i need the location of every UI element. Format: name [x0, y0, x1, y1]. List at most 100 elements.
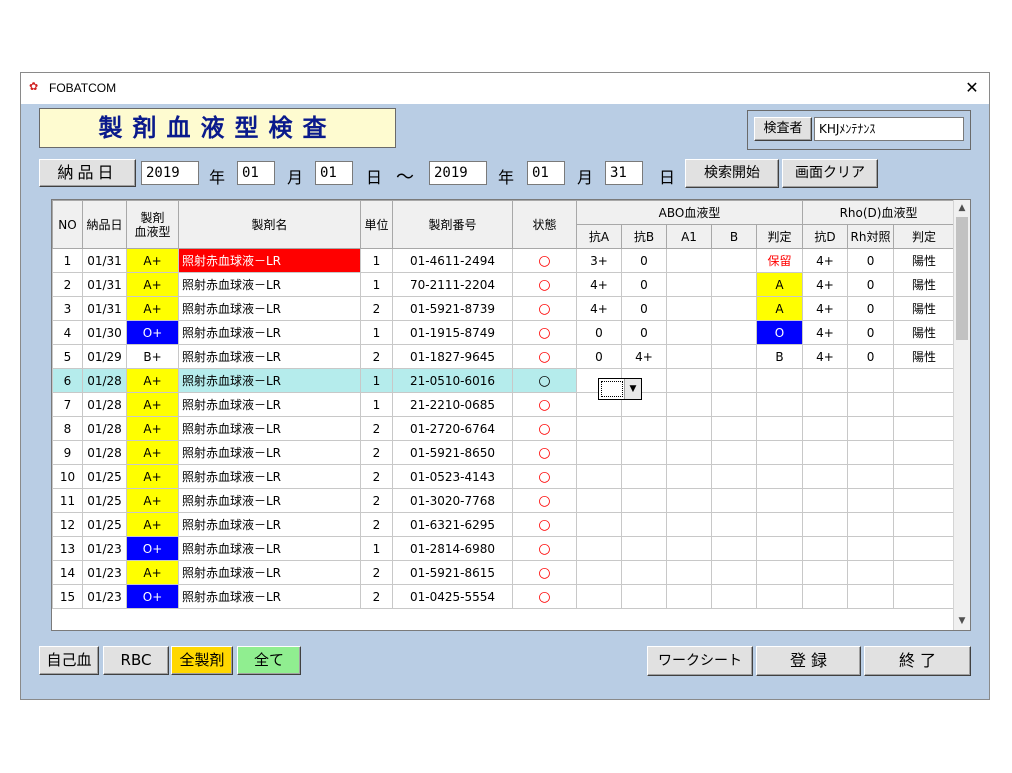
cell-product-number[interactable]: 01-1827-9645	[392, 344, 513, 369]
cell-anti-a[interactable]	[576, 560, 622, 585]
cell-anti-b[interactable]	[621, 416, 667, 441]
cell-product-name[interactable]: 照射赤血球液－LR	[178, 320, 361, 345]
cell-rh-control[interactable]	[847, 536, 895, 561]
table-row[interactable]: 2 01/31 A+ 照射赤血球液－LR 1 70-2111-2204 ○	[52, 272, 577, 297]
cell-status[interactable]: ○	[512, 392, 577, 417]
cell-abo-judgement[interactable]	[755, 536, 804, 561]
table-row[interactable]	[576, 440, 956, 465]
cell-rh-judgement[interactable]: 陽性	[893, 296, 956, 321]
cell-anti-b[interactable]	[621, 440, 667, 465]
cell-blood-type[interactable]: B+	[126, 344, 179, 369]
close-button[interactable]: ✕	[959, 76, 985, 100]
cell-blood-type[interactable]: A+	[126, 368, 179, 393]
from-month-field[interactable]: 01	[237, 161, 275, 185]
worksheet-button[interactable]: ワークシート	[647, 646, 753, 676]
from-year-field[interactable]: 2019	[141, 161, 199, 185]
cell-unit[interactable]: 2	[360, 584, 393, 609]
cell-status[interactable]: ○	[512, 440, 577, 465]
cell-no[interactable]: 9	[52, 440, 83, 465]
cell-product-number[interactable]: 01-1915-8749	[392, 320, 513, 345]
table-row[interactable]: 4+ 0 A 4+ 0 陽性	[576, 296, 956, 321]
cell-rh-judgement[interactable]	[893, 560, 956, 585]
cell-a1[interactable]	[666, 368, 712, 393]
cell-anti-d[interactable]	[802, 440, 849, 465]
table-row[interactable]: 14 01/23 A+ 照射赤血球液－LR 2 01-5921-8615 ○	[52, 560, 577, 585]
cell-unit[interactable]: 2	[360, 440, 393, 465]
table-row[interactable]: 1 01/31 A+ 照射赤血球液－LR 1 01-4611-2494 ○	[52, 248, 577, 273]
cell-no[interactable]: 2	[52, 272, 83, 297]
cell-unit[interactable]: 2	[360, 488, 393, 513]
cell-unit[interactable]: 2	[360, 464, 393, 489]
cell-unit[interactable]: 1	[360, 536, 393, 561]
table-row[interactable]: 9 01/28 A+ 照射赤血球液－LR 2 01-5921-8650 ○	[52, 440, 577, 465]
cell-b[interactable]	[711, 464, 757, 489]
cell-unit[interactable]: 1	[360, 368, 393, 393]
cell-rh-control[interactable]: 0	[847, 344, 895, 369]
cell-date[interactable]: 01/25	[82, 488, 127, 513]
cell-anti-d[interactable]: 4+	[802, 344, 849, 369]
cell-blood-type[interactable]: A+	[126, 488, 179, 513]
cell-status[interactable]: ○	[512, 368, 577, 393]
cell-status[interactable]: ○	[512, 488, 577, 513]
cell-status[interactable]: ○	[512, 272, 577, 297]
cell-unit[interactable]: 1	[360, 392, 393, 417]
cell-rh-judgement[interactable]: 陽性	[893, 344, 956, 369]
cell-status[interactable]: ○	[512, 560, 577, 585]
exit-button[interactable]: 終 了	[864, 646, 971, 676]
cell-no[interactable]: 10	[52, 464, 83, 489]
search-start-button[interactable]: 検索開始	[685, 159, 779, 188]
cell-a1[interactable]	[666, 512, 712, 537]
cell-anti-a[interactable]	[576, 440, 622, 465]
cell-product-name[interactable]: 照射赤血球液－LR	[178, 536, 361, 561]
cell-rh-judgement[interactable]	[893, 536, 956, 561]
cell-rh-control[interactable]	[847, 512, 895, 537]
table-row[interactable]	[576, 512, 956, 537]
cell-b[interactable]	[711, 536, 757, 561]
table-row[interactable]	[576, 416, 956, 441]
table-row[interactable]: 10 01/25 A+ 照射赤血球液－LR 2 01-0523-4143 ○	[52, 464, 577, 489]
cell-anti-b[interactable]: 0	[621, 248, 667, 273]
cell-abo-judgement[interactable]	[755, 512, 804, 537]
table-row[interactable]: 11 01/25 A+ 照射赤血球液－LR 2 01-3020-7768 ○	[52, 488, 577, 513]
cell-a1[interactable]	[666, 272, 712, 297]
cell-product-number[interactable]: 21-0510-6016	[392, 368, 513, 393]
cell-date[interactable]: 01/28	[82, 368, 127, 393]
cell-status[interactable]: ○	[512, 296, 577, 321]
cell-date[interactable]: 01/31	[82, 296, 127, 321]
cell-anti-a[interactable]	[576, 416, 622, 441]
table-row[interactable]	[576, 464, 956, 489]
cell-abo-judgement[interactable]	[755, 416, 804, 441]
cell-date[interactable]: 01/25	[82, 464, 127, 489]
cell-date[interactable]: 01/31	[82, 272, 127, 297]
cell-anti-b[interactable]	[621, 464, 667, 489]
cell-anti-d[interactable]	[802, 512, 849, 537]
cell-anti-a[interactable]	[576, 584, 622, 609]
cell-anti-b[interactable]: 0	[621, 320, 667, 345]
cell-abo-judgement[interactable]: O	[755, 320, 804, 345]
chevron-down-icon[interactable]: ▼	[624, 379, 641, 399]
cell-no[interactable]: 7	[52, 392, 83, 417]
cell-a1[interactable]	[666, 416, 712, 441]
cell-no[interactable]: 4	[52, 320, 83, 345]
cell-blood-type[interactable]: A+	[126, 512, 179, 537]
cell-anti-b[interactable]	[621, 488, 667, 513]
inspector-button[interactable]: 検査者	[754, 117, 812, 141]
cell-date[interactable]: 01/28	[82, 392, 127, 417]
cell-rh-judgement[interactable]	[893, 464, 956, 489]
rbc-button[interactable]: RBC	[103, 646, 169, 675]
cell-abo-judgement[interactable]: B	[755, 344, 804, 369]
cell-anti-b[interactable]: 0	[621, 272, 667, 297]
cell-rh-control[interactable]	[847, 464, 895, 489]
cell-product-name[interactable]: 照射赤血球液－LR	[178, 416, 361, 441]
cell-anti-a[interactable]: 4+	[576, 272, 622, 297]
all-button[interactable]: 全て	[237, 646, 301, 675]
cell-anti-d[interactable]	[802, 368, 849, 393]
cell-rh-control[interactable]: 0	[847, 248, 895, 273]
cell-anti-b[interactable]: 0	[621, 296, 667, 321]
cell-anti-b[interactable]	[621, 512, 667, 537]
cell-unit[interactable]: 2	[360, 416, 393, 441]
cell-product-number[interactable]: 01-2720-6764	[392, 416, 513, 441]
cell-abo-judgement[interactable]	[755, 440, 804, 465]
cell-b[interactable]	[711, 344, 757, 369]
table-row[interactable]	[576, 488, 956, 513]
